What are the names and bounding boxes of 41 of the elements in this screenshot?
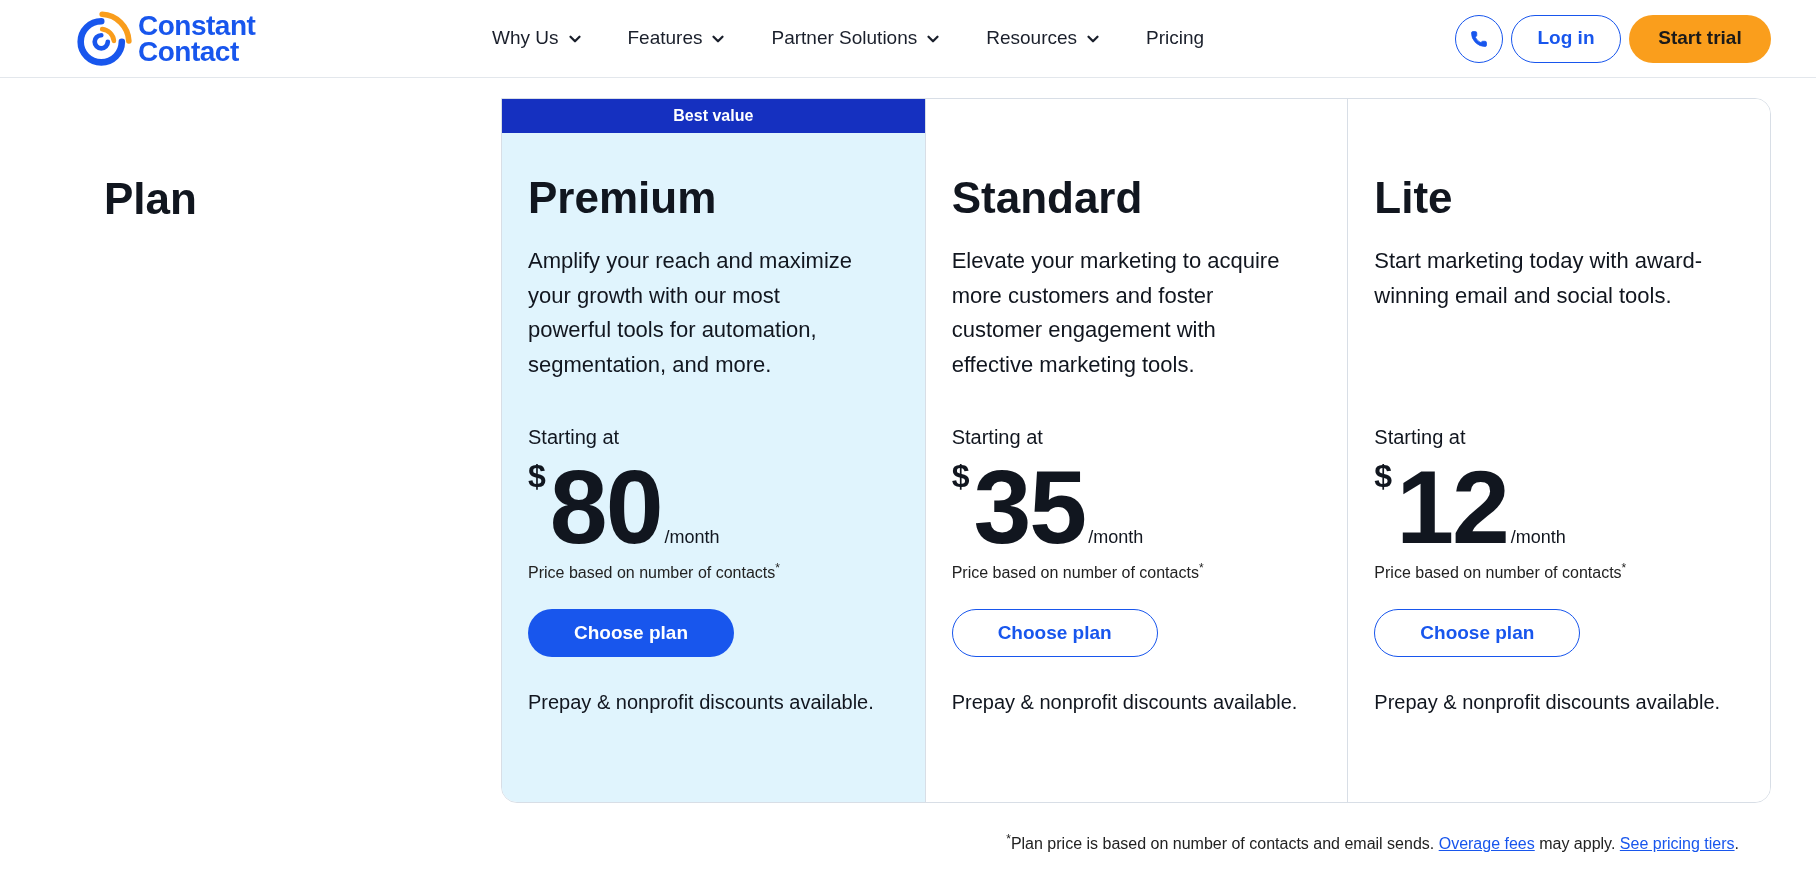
trial-button[interactable]: Start trial bbox=[1629, 14, 1771, 63]
footnote-text: $^{*}$Plan price is based on number of contacts and email sends. Overage fees may apply. See pricing tiers. bbox=[1006, 833, 1739, 854]
nav-link[interactable]: Partner Solutions bbox=[771, 24, 943, 53]
choose-plan-button[interactable]: Choose plan bbox=[951, 609, 1158, 657]
plan-description: Start marketing today with award-winning email and social tools. bbox=[1374, 247, 1704, 310]
currency-symbol: $ bbox=[1374, 460, 1393, 492]
logo-wordmark[interactable]: Constant Contact bbox=[138, 12, 256, 65]
choose-plan-button[interactable]: Choose plan bbox=[1374, 609, 1581, 657]
price-amount: 35 bbox=[973, 455, 1086, 559]
plan-name: Premium bbox=[528, 172, 718, 224]
price-amount: 80 bbox=[549, 455, 662, 559]
currency-symbol: $ bbox=[951, 460, 970, 492]
plan-name: Lite bbox=[1374, 172, 1454, 224]
price-note: Price based on number of contacts$^{*}$ bbox=[951, 563, 1204, 583]
currency-symbol: $ bbox=[528, 460, 546, 492]
discount-note: Prepay & nonprofit discounts available. bbox=[528, 690, 874, 715]
price-note: Price based on number of contacts$^{*}$ bbox=[1374, 563, 1627, 583]
logo-icon[interactable] bbox=[76, 9, 134, 68]
plan-name: Standard bbox=[951, 172, 1144, 224]
nav-link[interactable]: Pricing bbox=[1146, 24, 1205, 53]
price-label: Starting at bbox=[1374, 425, 1466, 450]
price-period: /month bbox=[664, 526, 720, 549]
nav-link[interactable]: Resources bbox=[986, 24, 1103, 53]
phone-icon bbox=[1470, 29, 1488, 48]
nav-link[interactable]: Why Us bbox=[492, 24, 584, 53]
footnote-link[interactable]: See pricing tiers bbox=[1619, 835, 1735, 852]
price-label: Starting at bbox=[528, 425, 620, 450]
price-amount: 12 bbox=[1396, 455, 1508, 559]
footnote-link[interactable]: Overage fees bbox=[1438, 835, 1535, 852]
price-period: /month bbox=[1088, 526, 1144, 549]
price-period: /month bbox=[1510, 526, 1566, 549]
discount-note: Prepay & nonprofit discounts available. bbox=[1374, 690, 1721, 715]
plan-description: Elevate your marketing to acquire more customers and foster customer engagement with effective marketing tools. bbox=[951, 247, 1281, 379]
choose-plan-button[interactable]: Choose plan bbox=[528, 609, 734, 657]
price-label: Starting at bbox=[951, 425, 1043, 450]
plan-description: Amplify your reach and maximize your growth with our most powerful tools for automation, segmentation, and more. bbox=[528, 247, 853, 379]
plan-heading: Plan bbox=[104, 173, 198, 225]
discount-note: Prepay & nonprofit discounts available. bbox=[951, 690, 1298, 715]
price-note: Price based on number of contacts$^{*}$ bbox=[528, 563, 780, 583]
best-value-banner: Best value bbox=[502, 99, 925, 133]
nav-link[interactable]: Features bbox=[627, 24, 728, 53]
